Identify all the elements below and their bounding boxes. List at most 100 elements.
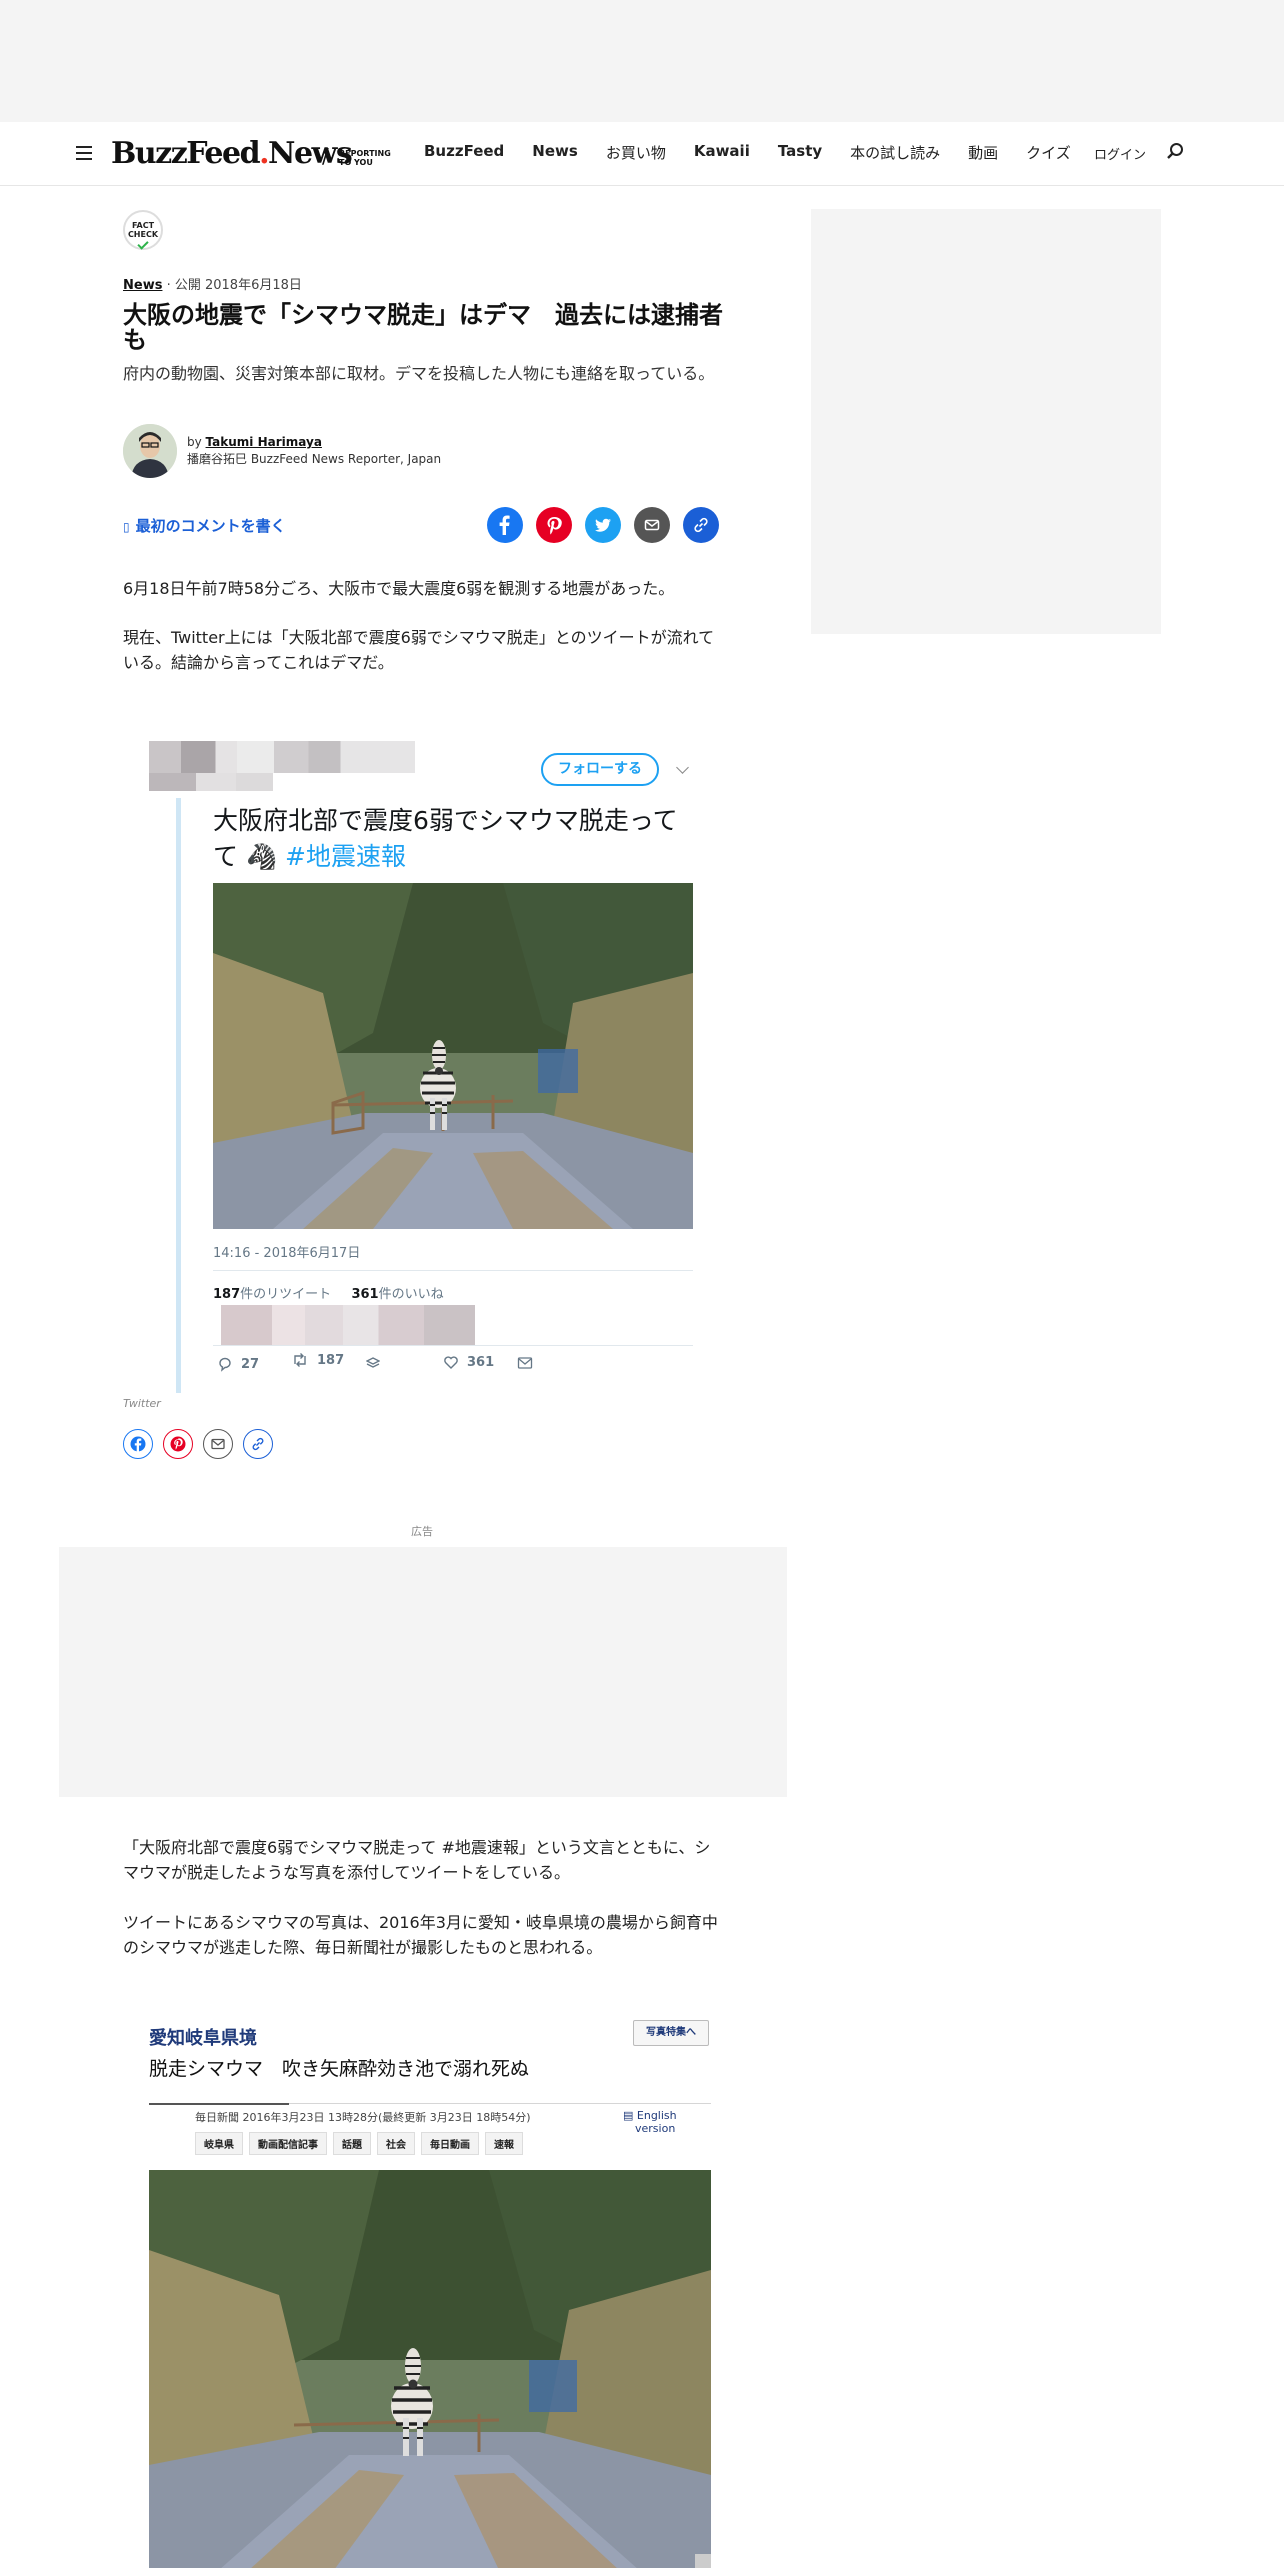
like-action: 361 bbox=[443, 1354, 494, 1370]
link-icon bbox=[252, 1437, 264, 1451]
like-count: 361 bbox=[467, 1354, 495, 1370]
pinterest-icon bbox=[170, 1436, 186, 1452]
author-link[interactable]: Takumi Harimaya bbox=[206, 435, 322, 449]
fact-check-badge: FACT CHECK bbox=[123, 210, 163, 250]
photo-feature-button: 写真特集へ bbox=[633, 2020, 709, 2046]
ad-label: 広告 bbox=[411, 1525, 433, 1538]
publish-date: 公開 2018年6月18日 bbox=[174, 278, 302, 293]
tagline-line-1: REPORTING bbox=[339, 149, 391, 158]
blurred-likers bbox=[221, 1305, 475, 1345]
mainichi-tag: 社会 bbox=[377, 2132, 415, 2155]
mainichi-zebra-photo bbox=[149, 2170, 711, 2568]
paragraph-1: 6月18日午前7時58分ごろ、大阪市で最大震度6弱を観測する地震があった。 bbox=[123, 579, 675, 598]
nav-link-kawaii[interactable]: Kawaii bbox=[694, 142, 750, 163]
retweet-label: 件のリツイート bbox=[240, 1287, 332, 1302]
blurred-username bbox=[149, 741, 415, 773]
tweet-stats: 187件のリツイート 361件のいいね bbox=[213, 1283, 444, 1302]
paragraph-2: 現在、Twitter上には「大阪北部で震度6弱でシマウマ脱走」とのツイートが流れ… bbox=[123, 628, 715, 672]
nav-link-news[interactable]: News bbox=[532, 142, 578, 163]
nav-links: BuzzFeed News お買い物 Kawaii Tasty 本の試し読み 動… bbox=[424, 142, 1099, 163]
image-credit: Twitter bbox=[123, 1397, 161, 1410]
tweet-body: 大阪府北部で震度6弱でシマウマ脱走って bbox=[213, 806, 678, 835]
mainichi-article-screenshot: 愛知岐阜県境 写真特集へ 脱走シマウマ 吹き矢麻酔効き池で溺れ死ぬ 毎日新聞 2… bbox=[123, 2014, 723, 2568]
comment-icon: ▯ bbox=[123, 520, 130, 534]
mainichi-tag: 速報 bbox=[485, 2132, 523, 2155]
facebook-share-button[interactable] bbox=[487, 507, 523, 543]
mainichi-tags: 岐阜県 動画配信記事 話題 社会 毎日動画 速報 bbox=[195, 2132, 529, 2155]
retweet-count: 187 bbox=[317, 1352, 345, 1368]
meta-separator: · bbox=[166, 278, 175, 293]
search-icon[interactable] bbox=[1166, 142, 1184, 160]
nav-link-buzzfeed[interactable]: BuzzFeed bbox=[424, 142, 504, 163]
mainichi-tag: 話題 bbox=[333, 2132, 371, 2155]
english-version-link: ▤ English version bbox=[623, 2109, 677, 2135]
paragraph-3: 「大阪府北部で震度6弱でシマウマ脱走って #地震速報」という文言とともに、シマウ… bbox=[123, 1838, 711, 1882]
facebook-icon bbox=[499, 515, 510, 535]
article-subhead: 府内の動物園、災害対策本部に取材。デマを投稿した人物にも連絡を取っている。 bbox=[123, 364, 715, 383]
article-headline: 大阪の地震で「シマウマ脱走」はデマ 過去には逮捕者も bbox=[123, 301, 723, 354]
mainichi-tag: 毎日動画 bbox=[421, 2132, 479, 2155]
copy-link-button[interactable] bbox=[683, 507, 719, 543]
email-icon bbox=[644, 519, 660, 531]
tweet-text-end: て bbox=[213, 842, 239, 871]
image-pinterest-share-button[interactable] bbox=[163, 1429, 193, 1459]
author-title: 播磨谷拓巳 BuzzFeed News Reporter, Japan bbox=[187, 452, 442, 466]
mainichi-tag: 岐阜県 bbox=[195, 2132, 243, 2155]
nav-link-tasty[interactable]: Tasty bbox=[778, 142, 822, 163]
mainichi-divider-accent bbox=[149, 2103, 289, 2105]
category-link[interactable]: News bbox=[123, 278, 162, 293]
buzzfeed-news-logo[interactable]: BuzzFeed.News bbox=[111, 136, 353, 171]
sidebar-ad-slot bbox=[811, 209, 1161, 634]
zebra-photo-image bbox=[213, 883, 693, 1229]
chevron-down-icon bbox=[676, 761, 689, 774]
tweet-timestamp: 14:16 - 2018年6月17日 bbox=[213, 1246, 361, 1261]
logo-brand: BuzzFeed bbox=[111, 136, 261, 171]
checkmark-icon bbox=[137, 238, 149, 250]
reply-icon bbox=[219, 1357, 231, 1372]
logo-separator: / bbox=[322, 144, 329, 168]
image-email-share-button[interactable] bbox=[203, 1429, 233, 1459]
image-copy-link-button[interactable] bbox=[243, 1429, 273, 1459]
retweet-action: 187 bbox=[291, 1352, 344, 1368]
tweet-divider-bottom bbox=[213, 1345, 693, 1346]
tweet-hashtag: #地震速報 bbox=[285, 842, 406, 871]
mainichi-title: 脱走シマウマ 吹き矢麻酔効き池で溺れ死ぬ bbox=[149, 2058, 530, 2080]
share-bar bbox=[487, 507, 732, 543]
pinterest-share-button[interactable] bbox=[536, 507, 572, 543]
pinterest-icon bbox=[547, 517, 562, 535]
login-link[interactable]: ログイン bbox=[1094, 144, 1146, 163]
nav-link-video[interactable]: 動画 bbox=[968, 142, 998, 163]
nav-link-quiz[interactable]: クイズ bbox=[1026, 142, 1071, 163]
fact-check-line-1: FACT bbox=[131, 221, 155, 230]
retweet-total: 187 bbox=[213, 1287, 241, 1302]
english-label-2: version bbox=[635, 2122, 676, 2135]
nav-link-shopping[interactable]: お買い物 bbox=[606, 142, 666, 163]
image-facebook-share-button[interactable] bbox=[123, 1429, 153, 1459]
fact-check-line-2: CHECK bbox=[127, 230, 159, 239]
heart-icon bbox=[444, 1356, 458, 1369]
comment-link[interactable]: ▯ 最初のコメントを書く bbox=[123, 515, 286, 536]
email-share-button[interactable] bbox=[634, 507, 670, 543]
zebra-emoji-icon: 🦓 bbox=[238, 842, 286, 871]
author-avatar[interactable] bbox=[123, 424, 177, 478]
blurred-handle bbox=[149, 773, 273, 791]
nav-link-books[interactable]: 本の試し読み bbox=[850, 142, 940, 163]
english-icon: ▤ bbox=[623, 2109, 637, 2122]
reply-count: 27 bbox=[241, 1356, 260, 1372]
inline-ad-slot bbox=[59, 1547, 787, 1797]
email-icon bbox=[211, 1438, 225, 1450]
link-icon bbox=[694, 517, 708, 533]
image-share-bar bbox=[123, 1429, 283, 1459]
byline: by Takumi Harimaya 播磨谷拓巳 BuzzFeed News R… bbox=[187, 434, 441, 468]
embedded-tweet-image: フォローする 大阪府北部で震度6弱でシマウマ脱走ってて 🦓 #地震速報 14:1… bbox=[145, 733, 705, 1393]
mainichi-date: 毎日新聞 2016年3月23日 13時28分(最終更新 3月23日 18時54分… bbox=[195, 2111, 531, 2124]
byline-prefix: by bbox=[187, 435, 202, 449]
mainichi-tag: 動画配信記事 bbox=[249, 2132, 327, 2155]
menu-icon[interactable] bbox=[76, 146, 92, 160]
comment-link-label: 最初のコメントを書く bbox=[135, 517, 286, 535]
twitter-share-button[interactable] bbox=[585, 507, 621, 543]
like-label: 件のいいね bbox=[378, 1287, 444, 1302]
article-meta: News · 公開 2018年6月18日 bbox=[123, 274, 302, 293]
like-total: 361 bbox=[351, 1287, 379, 1302]
top-ad-slot bbox=[0, 0, 1284, 122]
